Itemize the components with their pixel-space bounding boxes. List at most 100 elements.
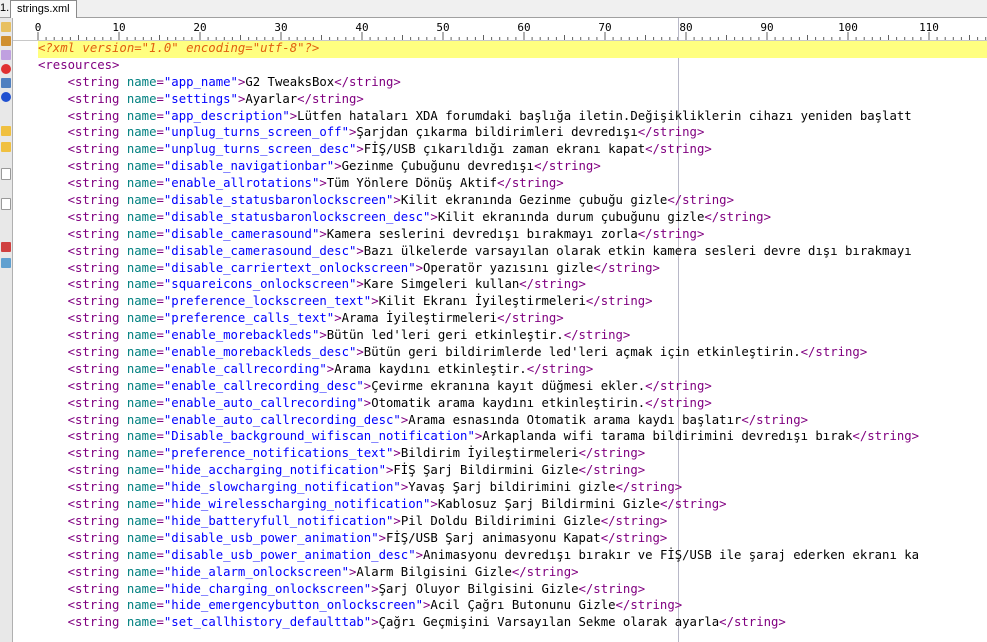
equals-sign: = — [156, 209, 164, 224]
string-close-tag: </string> — [600, 513, 668, 528]
ruler-label: 110 — [919, 21, 939, 34]
string-entry-line[interactable]: <string name="hide_alarm_onlockscreen">A… — [38, 565, 987, 582]
ruler-label: 10 — [112, 21, 126, 34]
toolbar-list-icon[interactable] — [1, 78, 11, 88]
string-entry-line[interactable]: <string name="enable_auto_callrecording_… — [38, 413, 987, 430]
string-text: Çağrı Geçmişini Varsayılan Sekme olarak … — [378, 615, 720, 630]
string-entry-line[interactable]: <string name="hide_batteryfull_notificat… — [38, 514, 987, 531]
equals-sign: = — [156, 395, 164, 410]
tab-strings-xml[interactable]: strings.xml — [10, 0, 77, 18]
name-value: "Disable_background_wifiscan_notificatio… — [163, 429, 475, 444]
string-open-tag: <string — [67, 193, 120, 208]
name-value-text: hide_slowcharging_notification — [171, 480, 394, 495]
string-entry-line[interactable]: <string name="Disable_background_wifisca… — [38, 429, 987, 446]
toolbar-folder-icon[interactable] — [1, 126, 11, 136]
string-entry-line[interactable]: <string name="enable_auto_callrecording"… — [38, 396, 987, 413]
toolbar-page2-icon[interactable] — [1, 198, 11, 210]
ruler-label: 0 — [34, 21, 42, 34]
code-area[interactable]: <?xml version="1.0" encoding="utf-8"?> <r… — [38, 41, 987, 632]
name-value: "enable_morebackleds" — [163, 328, 320, 343]
toolbar-heart-icon[interactable] — [1, 64, 11, 74]
string-close-tag: </string> — [497, 311, 564, 326]
string-text: Gezinme Çubuğunu devredışı — [341, 159, 535, 174]
name-attribute: name — [126, 125, 157, 140]
string-entry-line[interactable]: <string name="preference_calls_text">Ara… — [38, 311, 987, 328]
string-entry-line[interactable]: <string name="preference_notifications_t… — [38, 446, 987, 463]
equals-sign: = — [156, 243, 164, 258]
string-open-tag: <string — [67, 294, 120, 309]
string-entry-line[interactable]: <string name="hide_slowcharging_notifica… — [38, 480, 987, 497]
string-entry-line[interactable]: <string name="disable_usb_power_animatio… — [38, 548, 987, 565]
string-entry-line[interactable]: <string name="enable_callrecording">Aram… — [38, 362, 987, 379]
resources-tag: <resources> — [38, 57, 120, 72]
string-entry-line[interactable]: <string name="unplug_turns_screen_desc">… — [38, 142, 987, 159]
string-open-tag: <string — [67, 378, 120, 393]
string-entry-line[interactable]: <string name="settings">Ayarlar</string> — [38, 92, 987, 109]
toolbar-image-icon[interactable] — [1, 258, 11, 268]
string-entry-line[interactable]: <string name="app_description">Lütfen ha… — [38, 109, 987, 126]
name-value-text: preference_lockscreen_text — [171, 294, 364, 309]
name-value-text: disable_usb_power_animation_desc — [171, 547, 409, 562]
toolbar-globe-icon[interactable] — [1, 92, 11, 102]
name-value-text: app_name — [171, 74, 231, 89]
xml-declaration-line[interactable]: <?xml version="1.0" encoding="utf-8"?> — [38, 41, 987, 58]
string-entry-line[interactable]: <string name="hide_charging_onlockscreen… — [38, 582, 987, 599]
string-entry-line[interactable]: <string name="app_name">G2 TweaksBox</st… — [38, 75, 987, 92]
string-entry-line[interactable]: <string name="disable_navigationbar">Gez… — [38, 159, 987, 176]
string-entry-line[interactable]: <string name="disable_carriertext_onlock… — [38, 261, 987, 278]
string-close-tag: </string> — [719, 615, 786, 630]
string-entry-line[interactable]: <string name="disable_usb_power_animatio… — [38, 531, 987, 548]
toolbar-folder2-icon[interactable] — [1, 142, 11, 152]
name-attribute: name — [126, 209, 157, 224]
string-open-tag: <string — [67, 159, 120, 174]
string-entry-line[interactable]: <string name="squareicons_onlockscreen">… — [38, 277, 987, 294]
name-attribute: name — [126, 193, 157, 208]
tab-previous[interactable]: 1... — [0, 0, 10, 17]
string-open-tag: <string — [67, 142, 120, 157]
name-value-text: hide_alarm_onlockscreen — [171, 564, 342, 579]
string-entry-line[interactable]: <string name="set_callhistory_defaulttab… — [38, 615, 987, 632]
string-entry-line[interactable]: <string name="hide_emergencybutton_onloc… — [38, 598, 987, 615]
string-entry-line[interactable]: <string name="unplug_turns_screen_off">Ş… — [38, 125, 987, 142]
name-attribute: name — [126, 581, 157, 596]
equals-sign: = — [156, 378, 164, 393]
string-entry-line[interactable]: <string name="enable_morebackleds_desc">… — [38, 345, 987, 362]
ruler-label: 40 — [355, 21, 369, 34]
string-open-tag: <string — [67, 74, 120, 89]
name-value-text: enable_auto_callrecording — [171, 395, 357, 410]
tag-end: > — [356, 277, 364, 292]
string-entry-line[interactable]: <string name="preference_lockscreen_text… — [38, 294, 987, 311]
string-text: Operatör yazısını gizle — [423, 260, 594, 275]
name-value: "enable_allrotations" — [163, 176, 320, 191]
toolbar-page-icon[interactable] — [1, 168, 11, 180]
toolbar-edit-icon[interactable] — [1, 242, 11, 252]
string-text: Kilit Ekranı İyileştirmeleri — [378, 294, 586, 309]
string-entry-line[interactable]: <string name="enable_allrotations">Tüm Y… — [38, 176, 987, 193]
string-entry-line[interactable]: <string name="disable_statusbaronlockscr… — [38, 193, 987, 210]
code-editor[interactable]: <?xml version="1.0" encoding="utf-8"?> <r… — [13, 41, 987, 642]
name-value: "set_callhistory_defaulttab" — [163, 615, 372, 630]
string-close-tag: </string> — [645, 378, 712, 393]
string-open-tag: <string — [67, 91, 120, 106]
string-text: FİŞ/USB çıkarıldığı zaman ekranı kapat — [363, 142, 646, 157]
toolbar-tag-icon[interactable] — [1, 50, 11, 60]
string-entry-line[interactable]: <string name="disable_camerasound_desc">… — [38, 244, 987, 261]
editor-gutter — [13, 41, 35, 642]
equals-sign: = — [156, 226, 164, 241]
toolbar-tp-icon[interactable] — [1, 36, 11, 46]
string-text: Kamera seslerini devredışı bırakmayı zor… — [326, 226, 638, 241]
resources-open-line[interactable]: <resources> — [38, 58, 987, 75]
string-entry-line[interactable]: <string name="disable_camerasound">Kamer… — [38, 227, 987, 244]
string-entry-line[interactable]: <string name="disable_statusbaronlockscr… — [38, 210, 987, 227]
name-attribute: name — [126, 446, 157, 461]
string-entry-line[interactable]: <string name="hide_accharging_notificati… — [38, 463, 987, 480]
string-entry-line[interactable]: <string name="hide_wirelesscharging_noti… — [38, 497, 987, 514]
equals-sign: = — [156, 193, 164, 208]
tag-end: > — [356, 142, 364, 157]
name-value-text: hide_accharging_notification — [171, 463, 379, 478]
string-entry-line[interactable]: <string name="enable_callrecording_desc"… — [38, 379, 987, 396]
name-value-text: Disable_background_wifiscan_notification — [171, 429, 468, 444]
string-text: Otomatik arama kaydını etkinleştirin. — [371, 395, 646, 410]
string-entry-line[interactable]: <string name="enable_morebackleds">Bütün… — [38, 328, 987, 345]
toolbar-doc-icon[interactable] — [1, 22, 11, 32]
